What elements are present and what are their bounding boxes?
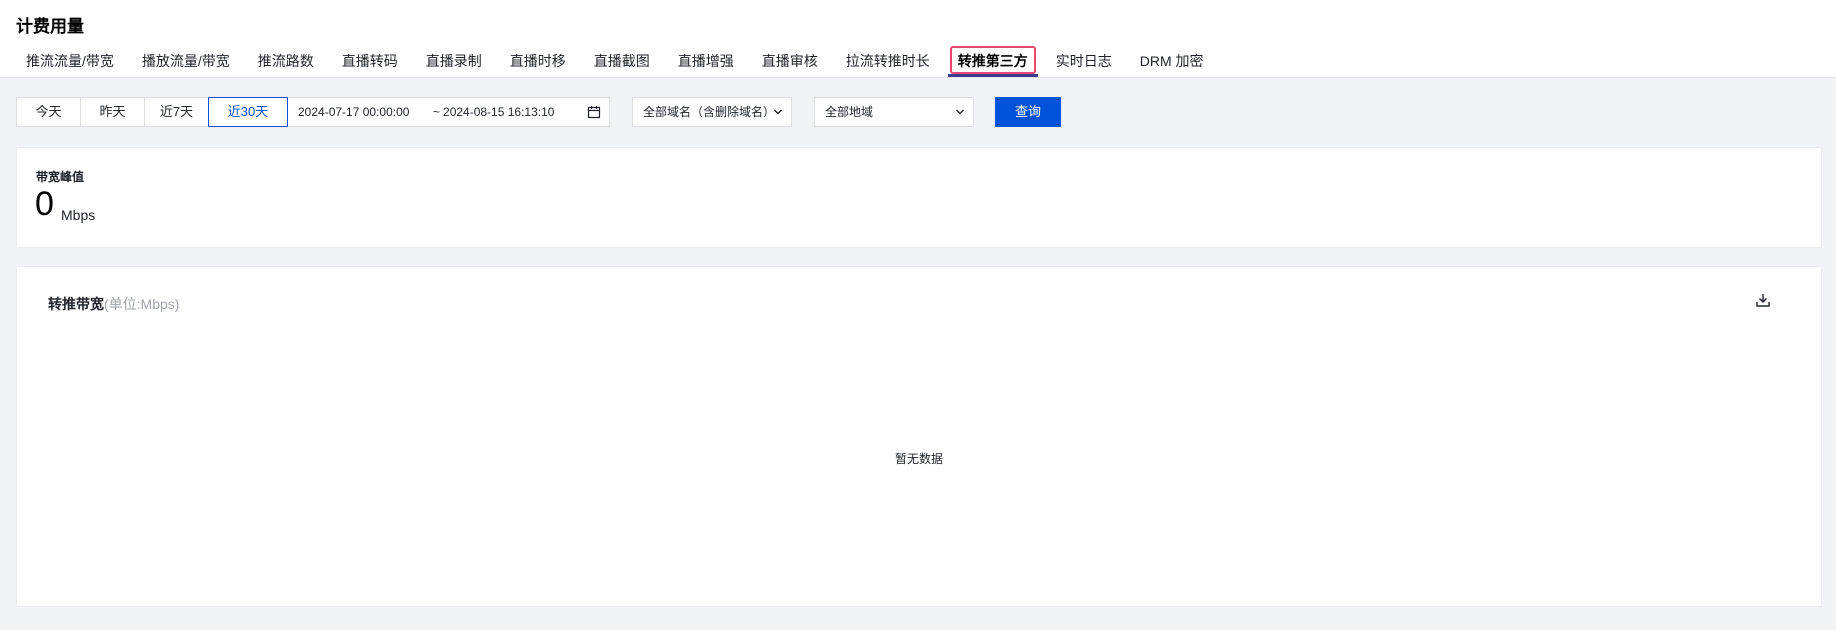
peak-value: 0	[35, 185, 54, 223]
tab-audit[interactable]: 直播审核	[748, 50, 832, 77]
date-separator: ~	[433, 105, 441, 119]
tab-relay-third-party[interactable]: 转推第三方	[944, 46, 1042, 77]
date-range-picker[interactable]: 2024-07-17 00:00:00 ~ 2024-08-15 16:13:1…	[288, 97, 610, 127]
peak-label: 带宽峰值	[36, 170, 85, 184]
tab-play-traffic[interactable]: 播放流量/带宽	[128, 50, 244, 77]
region-select[interactable]: 全部地域	[814, 97, 974, 127]
date-start: 2024-07-17 00:00:00	[298, 105, 410, 119]
tab-active-underline	[947, 74, 1038, 77]
page-header: 计费用量 推流流量/带宽 播放流量/带宽 推流路数 直播转码 直播录制 直播时移…	[0, 0, 1836, 78]
bandwidth-peak-card: 带宽峰值 0 Mbps	[16, 147, 1822, 248]
tab-realtime-log[interactable]: 实时日志	[1042, 50, 1126, 77]
domain-select[interactable]: 全部域名（含删除域名）	[632, 97, 792, 127]
query-button[interactable]: 查询	[995, 97, 1061, 127]
tab-label: 直播截图	[593, 53, 650, 69]
tab-label: 推流流量/带宽	[26, 53, 114, 69]
chevron-down-icon	[956, 109, 964, 115]
empty-state-text: 暂无数据	[894, 452, 943, 466]
tab-label: 推流路数	[257, 53, 314, 69]
calendar-icon[interactable]	[587, 105, 601, 119]
tab-label: 直播转码	[341, 53, 398, 69]
region-select-value: 全部地域	[825, 105, 874, 119]
range-7days-button[interactable]: 近7天	[144, 97, 208, 127]
tab-label: 直播时移	[509, 53, 566, 69]
tab-label: 播放流量/带宽	[141, 53, 230, 69]
tab-recording[interactable]: 直播录制	[412, 50, 496, 77]
tab-label: 直播增强	[677, 53, 734, 69]
chart-title-text: 转推带宽	[48, 296, 104, 312]
chart-unit-note: (单位:Mbps)	[104, 296, 180, 312]
page-title: 计费用量	[16, 17, 84, 36]
tab-enhance[interactable]: 直播增强	[664, 50, 748, 77]
tab-relay-duration[interactable]: 拉流转推时长	[832, 50, 944, 77]
tab-transcode[interactable]: 直播转码	[328, 50, 412, 77]
range-yesterday-button[interactable]: 昨天	[80, 97, 144, 127]
tab-drm[interactable]: DRM 加密	[1126, 50, 1218, 77]
chevron-down-icon	[774, 109, 782, 115]
tab-screenshot[interactable]: 直播截图	[580, 50, 664, 77]
tab-label: 拉流转推时长	[845, 53, 930, 69]
tab-label: 直播录制	[425, 53, 482, 69]
tab-bar: 推流流量/带宽 播放流量/带宽 推流路数 直播转码 直播录制 直播时移 直播截图…	[0, 46, 1218, 77]
filter-bar: 今天 昨天 近7天 近30天 2024-07-17 00:00:00 ~ 202…	[16, 97, 1061, 127]
domain-select-value: 全部域名（含删除域名）	[643, 105, 776, 119]
chart-title: 转推带宽(单位:Mbps)	[48, 294, 179, 314]
tab-highlight-box	[949, 46, 1036, 74]
date-end: 2024-08-15 16:13:10	[443, 105, 555, 119]
date-range-presets: 今天 昨天 近7天 近30天	[16, 97, 288, 127]
tab-label: 直播审核	[761, 53, 818, 69]
relay-bandwidth-chart-card: 转推带宽(单位:Mbps) 暂无数据	[16, 266, 1822, 607]
tab-label: DRM 加密	[1139, 53, 1204, 69]
tab-push-streams[interactable]: 推流路数	[244, 50, 328, 77]
range-today-button[interactable]: 今天	[16, 97, 80, 127]
peak-unit: Mbps	[61, 207, 96, 223]
tab-label: 实时日志	[1055, 53, 1112, 69]
download-icon[interactable]	[1755, 292, 1771, 308]
range-30days-button[interactable]: 近30天	[208, 97, 288, 127]
tab-push-traffic[interactable]: 推流流量/带宽	[0, 50, 128, 77]
tab-timeshift[interactable]: 直播时移	[496, 50, 580, 77]
